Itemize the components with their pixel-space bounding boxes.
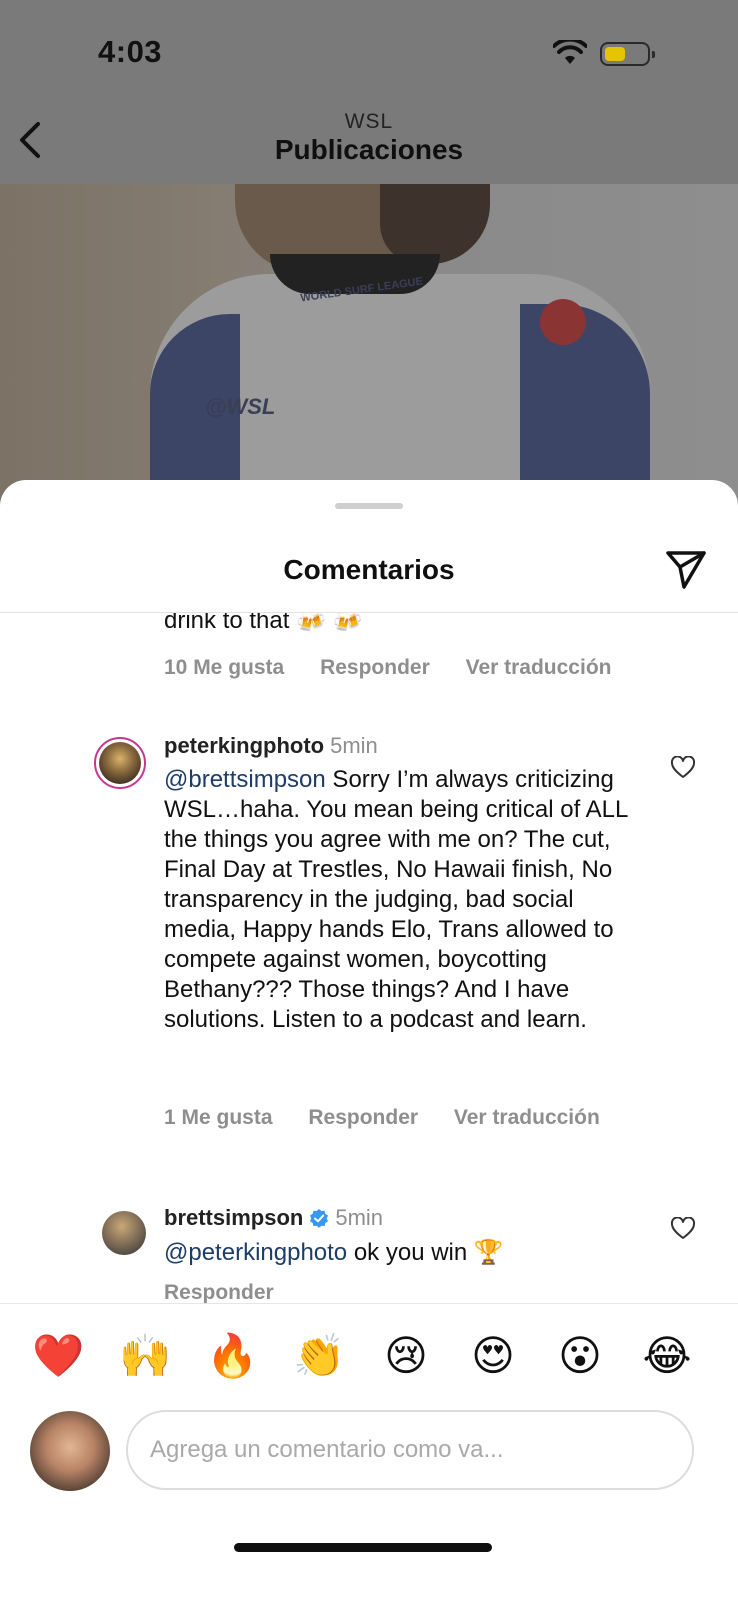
- status-time: 4:03: [98, 34, 163, 69]
- mention-link[interactable]: @brettsimpson: [164, 766, 326, 793]
- username[interactable]: brettsimpson: [164, 1205, 303, 1230]
- comments-list: drink to that 🍻 🍻 10 Me gusta Responder …: [0, 613, 738, 1313]
- nav-title: Publicaciones: [274, 134, 464, 165]
- sheet-title: Comentarios: [283, 554, 455, 585]
- sheet-grabber[interactable]: [335, 503, 403, 509]
- verified-badge-icon: [310, 1209, 329, 1228]
- mention-link[interactable]: @peterkingphoto: [164, 1239, 347, 1266]
- comment-composer[interactable]: [126, 1410, 694, 1490]
- emoji-clap-button[interactable]: 👏: [293, 1330, 345, 1382]
- emoji-laughing-button[interactable]: 😂: [641, 1330, 693, 1382]
- wifi-icon: [553, 40, 587, 64]
- emoji-surprised-button[interactable]: 😮: [554, 1330, 606, 1382]
- translate-button[interactable]: Ver traducción: [466, 656, 612, 679]
- comment-header: brettsimpson 5min: [164, 1205, 383, 1231]
- status-bar: 4:03: [0, 0, 738, 100]
- nav-subtitle: WSL: [344, 110, 394, 133]
- emoji-heart-eyes-button[interactable]: 😍: [467, 1330, 519, 1382]
- comment-time: 5min: [335, 1205, 384, 1230]
- avatar[interactable]: [94, 737, 146, 789]
- avatar[interactable]: [102, 1211, 146, 1255]
- reply-button[interactable]: Responder: [164, 1281, 274, 1304]
- like-heart-icon[interactable]: [670, 756, 696, 780]
- comment-meta: Responder: [164, 1281, 304, 1305]
- comment-body: Sorry I’m always criticizing WSL…haha. Y…: [164, 766, 628, 1033]
- emoji-heart-button[interactable]: ❤️: [32, 1330, 84, 1382]
- comment-text: drink to that 🍻 🍻: [164, 613, 363, 634]
- comment-text: @peterkingphoto ok you win 🏆: [164, 1238, 504, 1268]
- reply-button[interactable]: Responder: [308, 1106, 418, 1129]
- comment-body: ok you win 🏆: [347, 1239, 504, 1266]
- battery-icon: [600, 42, 655, 66]
- like-count[interactable]: 10 Me gusta: [164, 656, 284, 679]
- emoji-raising-hands-button[interactable]: 🙌: [119, 1330, 171, 1382]
- like-count[interactable]: 1 Me gusta: [164, 1106, 273, 1129]
- translate-button[interactable]: Ver traducción: [454, 1106, 600, 1129]
- comment-text: @brettsimpson Sorry I’m always criticizi…: [164, 765, 634, 1035]
- username[interactable]: peterkingphoto: [164, 733, 324, 758]
- nav-bar: WSL Publicaciones: [0, 100, 738, 184]
- comment-time: 5min: [330, 733, 378, 758]
- divider: [0, 1303, 738, 1304]
- current-user-avatar: [30, 1411, 110, 1491]
- comment-input[interactable]: [150, 1430, 670, 1470]
- emoji-bar: ❤️ 🙌 🔥 👏 😢 😍 😮 😂: [0, 1330, 738, 1390]
- comment-meta: 1 Me gusta Responder Ver traducción: [164, 1106, 630, 1130]
- post-photo: WORLD SURF LEAGUE @WSL: [0, 184, 738, 524]
- emoji-cry-button[interactable]: 😢: [380, 1330, 432, 1382]
- comment-meta: 10 Me gusta Responder Ver traducción: [164, 656, 641, 680]
- home-indicator[interactable]: [234, 1543, 492, 1552]
- jersey-logo: @WSL: [205, 394, 276, 419]
- reply-button[interactable]: Responder: [320, 656, 430, 679]
- emoji-fire-button[interactable]: 🔥: [206, 1330, 258, 1382]
- comment-header: peterkingphoto 5min: [164, 733, 378, 759]
- share-icon[interactable]: [664, 547, 708, 591]
- like-heart-icon[interactable]: [670, 1217, 696, 1241]
